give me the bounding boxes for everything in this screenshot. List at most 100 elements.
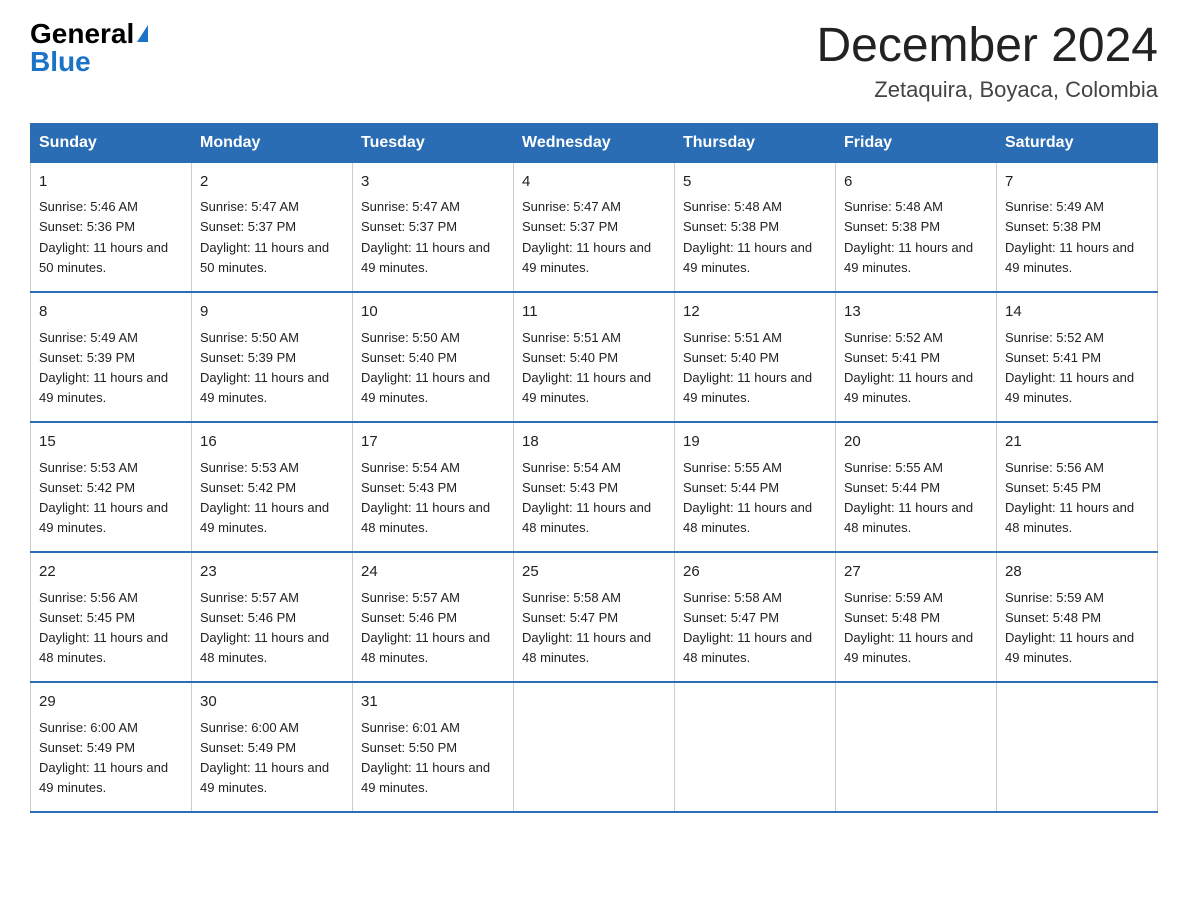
calendar-header-thursday: Thursday: [675, 123, 836, 162]
calendar-cell: [675, 682, 836, 812]
day-number: 8: [39, 301, 183, 324]
calendar-cell: 28 Sunrise: 5:59 AMSunset: 5:48 PMDayligh…: [997, 552, 1158, 682]
day-info: Sunrise: 5:51 AMSunset: 5:40 PMDaylight:…: [522, 328, 666, 409]
calendar-cell: 19Sunrise: 5:55 AMSunset: 5:44 PMDayligh…: [675, 422, 836, 552]
calendar-header-tuesday: Tuesday: [353, 123, 514, 162]
day-info: Sunrise: 6:00 AMSunset: 5:49 PMDaylight:…: [39, 718, 183, 799]
calendar-header-wednesday: Wednesday: [514, 123, 675, 162]
calendar-cell: 31 Sunrise: 6:01 AMSunset: 5:50 PMDayligh…: [353, 682, 514, 812]
day-info: Sunrise: 5:56 AMSunset: 5:45 PMDaylight:…: [1005, 458, 1149, 539]
calendar-cell: 30 Sunrise: 6:00 AMSunset: 5:49 PMDayligh…: [192, 682, 353, 812]
calendar-cell: [997, 682, 1158, 812]
day-number: 29: [39, 691, 183, 714]
day-number: 21: [1005, 431, 1149, 454]
calendar-cell: 24Sunrise: 5:57 AMSunset: 5:46 PMDayligh…: [353, 552, 514, 682]
calendar-cell: 8Sunrise: 5:49 AMSunset: 5:39 PMDaylight…: [31, 292, 192, 422]
logo: General Blue: [30, 20, 148, 76]
calendar-cell: 2 Sunrise: 5:47 AMSunset: 5:37 PMDaylight…: [192, 162, 353, 292]
day-number: 18: [522, 431, 666, 454]
day-number: 24: [361, 561, 505, 584]
day-number: 16: [200, 431, 344, 454]
day-info: Sunrise: 5:58 AMSunset: 5:47 PMDaylight:…: [683, 588, 827, 669]
calendar-cell: 27 Sunrise: 5:59 AMSunset: 5:48 PMDayligh…: [836, 552, 997, 682]
calendar-week-row: 22 Sunrise: 5:56 AMSunset: 5:45 PMDayligh…: [31, 552, 1158, 682]
calendar-cell: 7 Sunrise: 5:49 AMSunset: 5:38 PMDaylight…: [997, 162, 1158, 292]
calendar-cell: 12 Sunrise: 5:51 AMSunset: 5:40 PMDayligh…: [675, 292, 836, 422]
calendar-cell: 1 Sunrise: 5:46 AMSunset: 5:36 PMDaylight…: [31, 162, 192, 292]
calendar-table: SundayMondayTuesdayWednesdayThursdayFrid…: [30, 123, 1158, 814]
day-number: 7: [1005, 171, 1149, 194]
day-number: 15: [39, 431, 183, 454]
day-number: 27: [844, 561, 988, 584]
calendar-cell: 22 Sunrise: 5:56 AMSunset: 5:45 PMDayligh…: [31, 552, 192, 682]
location-label: Zetaquira, Boyaca, Colombia: [816, 77, 1158, 103]
calendar-cell: 6Sunrise: 5:48 AMSunset: 5:38 PMDaylight…: [836, 162, 997, 292]
page-header: General Blue December 2024 Zetaquira, Bo…: [30, 20, 1158, 103]
calendar-cell: 14 Sunrise: 5:52 AMSunset: 5:41 PMDayligh…: [997, 292, 1158, 422]
calendar-header-friday: Friday: [836, 123, 997, 162]
day-info: Sunrise: 5:58 AMSunset: 5:47 PMDaylight:…: [522, 588, 666, 669]
calendar-header-sunday: Sunday: [31, 123, 192, 162]
calendar-cell: 17Sunrise: 5:54 AMSunset: 5:43 PMDayligh…: [353, 422, 514, 552]
calendar-cell: 10 Sunrise: 5:50 AMSunset: 5:40 PMDayligh…: [353, 292, 514, 422]
day-info: Sunrise: 5:59 AMSunset: 5:48 PMDaylight:…: [1005, 588, 1149, 669]
day-number: 1: [39, 171, 183, 194]
day-info: Sunrise: 5:47 AMSunset: 5:37 PMDaylight:…: [361, 197, 505, 278]
day-info: Sunrise: 5:56 AMSunset: 5:45 PMDaylight:…: [39, 588, 183, 669]
calendar-week-row: 15 Sunrise: 5:53 AMSunset: 5:42 PMDayligh…: [31, 422, 1158, 552]
day-info: Sunrise: 5:53 AMSunset: 5:42 PMDaylight:…: [200, 458, 344, 539]
day-number: 28: [1005, 561, 1149, 584]
day-info: Sunrise: 5:57 AMSunset: 5:46 PMDaylight:…: [200, 588, 344, 669]
title-section: December 2024 Zetaquira, Boyaca, Colombi…: [816, 20, 1158, 103]
calendar-cell: [514, 682, 675, 812]
day-info: Sunrise: 5:51 AMSunset: 5:40 PMDaylight:…: [683, 328, 827, 409]
calendar-cell: 11 Sunrise: 5:51 AMSunset: 5:40 PMDayligh…: [514, 292, 675, 422]
calendar-cell: 18 Sunrise: 5:54 AMSunset: 5:43 PMDayligh…: [514, 422, 675, 552]
calendar-week-row: 29 Sunrise: 6:00 AMSunset: 5:49 PMDayligh…: [31, 682, 1158, 812]
calendar-cell: 26 Sunrise: 5:58 AMSunset: 5:47 PMDayligh…: [675, 552, 836, 682]
day-info: Sunrise: 5:50 AMSunset: 5:39 PMDaylight:…: [200, 328, 344, 409]
day-number: 26: [683, 561, 827, 584]
calendar-header-saturday: Saturday: [997, 123, 1158, 162]
calendar-cell: 9 Sunrise: 5:50 AMSunset: 5:39 PMDaylight…: [192, 292, 353, 422]
calendar-cell: 29 Sunrise: 6:00 AMSunset: 5:49 PMDayligh…: [31, 682, 192, 812]
day-info: Sunrise: 5:54 AMSunset: 5:43 PMDaylight:…: [522, 458, 666, 539]
day-info: Sunrise: 5:50 AMSunset: 5:40 PMDaylight:…: [361, 328, 505, 409]
day-info: Sunrise: 5:55 AMSunset: 5:44 PMDaylight:…: [844, 458, 988, 539]
day-number: 9: [200, 301, 344, 324]
day-number: 2: [200, 171, 344, 194]
day-number: 11: [522, 301, 666, 324]
calendar-cell: 25 Sunrise: 5:58 AMSunset: 5:47 PMDayligh…: [514, 552, 675, 682]
logo-triangle-icon: [137, 25, 148, 42]
logo-general-text: General: [30, 20, 134, 48]
calendar-cell: 4Sunrise: 5:47 AMSunset: 5:37 PMDaylight…: [514, 162, 675, 292]
day-info: Sunrise: 5:49 AMSunset: 5:38 PMDaylight:…: [1005, 197, 1149, 278]
day-info: Sunrise: 5:46 AMSunset: 5:36 PMDaylight:…: [39, 197, 183, 278]
calendar-header-row: SundayMondayTuesdayWednesdayThursdayFrid…: [31, 123, 1158, 162]
day-info: Sunrise: 5:59 AMSunset: 5:48 PMDaylight:…: [844, 588, 988, 669]
day-info: Sunrise: 6:01 AMSunset: 5:50 PMDaylight:…: [361, 718, 505, 799]
calendar-week-row: 1 Sunrise: 5:46 AMSunset: 5:36 PMDaylight…: [31, 162, 1158, 292]
day-number: 14: [1005, 301, 1149, 324]
calendar-cell: 20Sunrise: 5:55 AMSunset: 5:44 PMDayligh…: [836, 422, 997, 552]
day-info: Sunrise: 5:53 AMSunset: 5:42 PMDaylight:…: [39, 458, 183, 539]
day-number: 12: [683, 301, 827, 324]
calendar-cell: 23 Sunrise: 5:57 AMSunset: 5:46 PMDayligh…: [192, 552, 353, 682]
day-number: 13: [844, 301, 988, 324]
day-number: 10: [361, 301, 505, 324]
day-number: 23: [200, 561, 344, 584]
calendar-cell: [836, 682, 997, 812]
day-number: 25: [522, 561, 666, 584]
day-number: 31: [361, 691, 505, 714]
day-number: 19: [683, 431, 827, 454]
day-info: Sunrise: 5:47 AMSunset: 5:37 PMDaylight:…: [200, 197, 344, 278]
day-number: 22: [39, 561, 183, 584]
calendar-cell: 3Sunrise: 5:47 AMSunset: 5:37 PMDaylight…: [353, 162, 514, 292]
day-number: 4: [522, 171, 666, 194]
calendar-cell: 16 Sunrise: 5:53 AMSunset: 5:42 PMDayligh…: [192, 422, 353, 552]
day-info: Sunrise: 5:52 AMSunset: 5:41 PMDaylight:…: [1005, 328, 1149, 409]
day-number: 30: [200, 691, 344, 714]
day-info: Sunrise: 6:00 AMSunset: 5:49 PMDaylight:…: [200, 718, 344, 799]
calendar-cell: 5Sunrise: 5:48 AMSunset: 5:38 PMDaylight…: [675, 162, 836, 292]
calendar-cell: 13Sunrise: 5:52 AMSunset: 5:41 PMDayligh…: [836, 292, 997, 422]
